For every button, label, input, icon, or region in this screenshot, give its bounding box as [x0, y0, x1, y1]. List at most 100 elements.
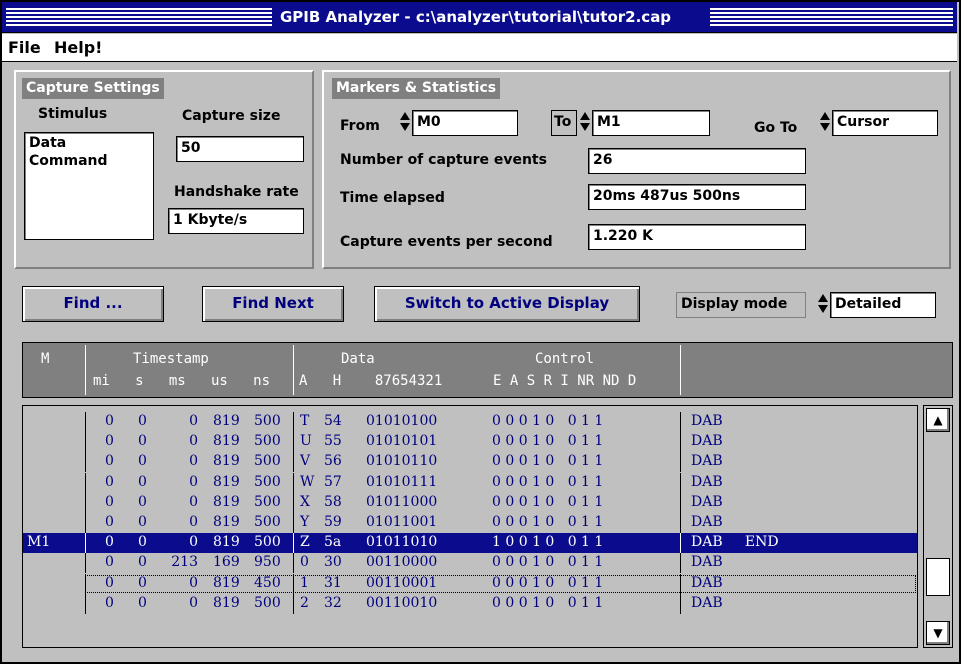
stimulus-label: Stimulus — [38, 106, 108, 122]
cell-ns: 950 — [254, 554, 281, 571]
cell-control: 0 0 0 1 0 0 1 1 — [492, 413, 604, 429]
cell-bits: 00110000 — [366, 554, 438, 571]
vertical-scrollbar[interactable]: ▲ ▼ — [923, 405, 953, 648]
events-per-second-field: 1.220 K — [588, 224, 806, 250]
cell-ns: 500 — [254, 433, 281, 450]
cell-description: DAB — [691, 554, 723, 571]
stimulus-item-command[interactable]: Command — [29, 153, 108, 169]
header-data-sub: A H 87654321 — [299, 373, 443, 389]
cell-hex: 54 — [324, 413, 342, 429]
cell-control: 0 0 0 1 0 0 1 1 — [492, 594, 604, 611]
display-mode-field[interactable]: Detailed — [830, 292, 936, 318]
display-mode-label: Display mode — [681, 296, 788, 312]
cell-ascii: W — [300, 473, 315, 490]
to-label: To — [554, 114, 572, 130]
cell-description: DAB — [691, 493, 723, 510]
cell-s: 0 — [138, 433, 147, 450]
cell-description: DAB — [691, 413, 723, 429]
cell-mi: 0 — [105, 514, 114, 530]
cell-description: DAB — [691, 594, 723, 611]
cell-ascii: T — [300, 413, 310, 429]
to-spinner-icon[interactable] — [580, 110, 590, 134]
cell-ascii: U — [300, 433, 312, 450]
find-button[interactable]: Find ... — [22, 286, 164, 322]
stimulus-list[interactable]: Data Command — [24, 132, 154, 240]
events-per-second-label: Capture events per second — [340, 234, 553, 250]
table-row[interactable]: 0 0 0 819 500 T 54 01010100 0 0 0 1 0 0 1 1 DAB — [23, 412, 917, 432]
cell-description: DAB — [691, 473, 723, 490]
cell-ns: 500 — [254, 413, 281, 429]
cell-us: 819 — [213, 453, 240, 470]
menu-help[interactable]: Help! — [54, 38, 102, 57]
capture-size-field[interactable]: 50 — [176, 136, 304, 162]
cell-us: 819 — [213, 514, 240, 530]
cell-ns: 500 — [254, 493, 281, 510]
table-row[interactable]: 0 0 213 169 950 0 30 00110000 0 0 0 1 0 0 1 1 DAB — [23, 553, 917, 574]
cell-description: DAB — [691, 433, 723, 450]
cell-control: 0 0 0 1 0 0 1 1 — [492, 493, 604, 510]
find-next-button[interactable]: Find Next — [202, 286, 344, 322]
header-timestamp: Timestamp — [133, 351, 209, 367]
table-row[interactable]: 0 0 0 819 500 U 55 01010101 0 0 0 1 0 0 1 1 DAB — [23, 432, 917, 453]
table-row[interactable]: 0 0 0 819 500 W 57 01010111 0 0 0 1 0 0 1 1 DAB — [23, 472, 917, 493]
cell-ascii: Z — [300, 534, 310, 551]
handshake-rate-field[interactable]: 1 Kbyte/s — [168, 208, 304, 234]
goto-field[interactable]: Cursor — [832, 110, 938, 136]
cell-us: 819 — [213, 574, 240, 591]
table-row[interactable]: 0 0 0 819 500 X 58 01011000 0 0 0 1 0 0 1 1 DAB — [23, 492, 917, 513]
cell-s: 0 — [138, 574, 147, 591]
cell-ms: 0 — [189, 413, 198, 429]
cell-mi: 0 — [105, 413, 114, 429]
cell-ns: 500 — [254, 514, 281, 530]
cell-ms: 0 — [189, 574, 198, 591]
scroll-down-icon[interactable]: ▼ — [926, 621, 950, 645]
menu-file[interactable]: File — [8, 38, 41, 57]
title-bar[interactable]: GPIB Analyzer - c:\analyzer\tutorial\tut… — [2, 2, 957, 33]
cell-ascii: Y — [300, 514, 310, 530]
table-row[interactable]: 0 0 0 819 500 Y 59 01011001 0 0 0 1 0 0 1 1 DAB — [23, 513, 917, 533]
cell-bits: 01010100 — [366, 413, 438, 429]
cell-bits: 01011001 — [366, 514, 438, 530]
cell-hex: 30 — [324, 554, 342, 571]
cell-hex: 31 — [324, 574, 342, 591]
display-mode-spinner-icon[interactable] — [818, 292, 828, 316]
goto-label: Go To — [754, 120, 798, 136]
from-field[interactable]: M0 — [412, 110, 518, 136]
header-control-sub: E A S R I NR ND D — [493, 373, 637, 389]
cell-ascii: 0 — [300, 554, 309, 571]
goto-spinner-icon[interactable] — [820, 110, 830, 134]
markers-statistics-panel: Markers & Statistics From M0 To M1 Go To… — [322, 70, 951, 269]
capture-list[interactable]: 0 0 0 819 500 T 54 01010100 0 0 0 1 0 0 1 1 DAB 0 0… — [22, 405, 918, 648]
table-row[interactable]: 0 0 0 819 500 V 56 01010110 0 0 0 1 0 0 1 1 DAB — [23, 452, 917, 473]
cell-us: 169 — [213, 554, 240, 571]
cell-description: DAB — [691, 574, 723, 591]
switch-display-button[interactable]: Switch to Active Display — [374, 286, 640, 322]
capture-size-label: Capture size — [182, 108, 281, 124]
cell-ascii: 2 — [300, 594, 309, 611]
cell-hex: 55 — [324, 433, 342, 450]
cell-control: 0 0 0 1 0 0 1 1 — [492, 473, 604, 490]
cell-s: 0 — [138, 413, 147, 429]
table-row[interactable]: 0 0 0 819 450 1 31 00110001 0 0 0 1 0 0 1 1 DAB — [23, 573, 917, 594]
header-data: Data — [341, 351, 375, 367]
cell-us: 819 — [213, 473, 240, 490]
cell-ns: 450 — [254, 574, 281, 591]
cell-hex: 58 — [324, 493, 342, 510]
handshake-rate-label: Handshake rate — [174, 184, 299, 200]
cell-us: 819 — [213, 493, 240, 510]
cell-bits: 01011010 — [366, 534, 438, 551]
scroll-thumb[interactable] — [926, 558, 950, 596]
cell-control: 0 0 0 1 0 0 1 1 — [492, 453, 604, 470]
stimulus-item-data[interactable]: Data — [29, 135, 66, 151]
to-field[interactable]: M1 — [592, 110, 710, 136]
cell-s: 0 — [138, 453, 147, 470]
cell-ms: 0 — [189, 534, 198, 551]
scroll-up-icon[interactable]: ▲ — [926, 408, 950, 432]
menu-bar: File Help! — [2, 34, 957, 62]
capture-settings-panel: Capture Settings Stimulus Data Command C… — [14, 70, 314, 269]
cell-s: 0 — [138, 514, 147, 530]
from-spinner-icon[interactable] — [400, 110, 410, 134]
table-row[interactable]: 0 0 0 819 500 2 32 00110010 0 0 0 1 0 0 1 1 DAB — [23, 593, 917, 614]
cell-mi: 0 — [105, 493, 114, 510]
table-row[interactable]: M1 0 0 0 819 500 Z 5a 01011010 1 0 0 1 0 0 1 1 DAB… — [23, 533, 917, 554]
